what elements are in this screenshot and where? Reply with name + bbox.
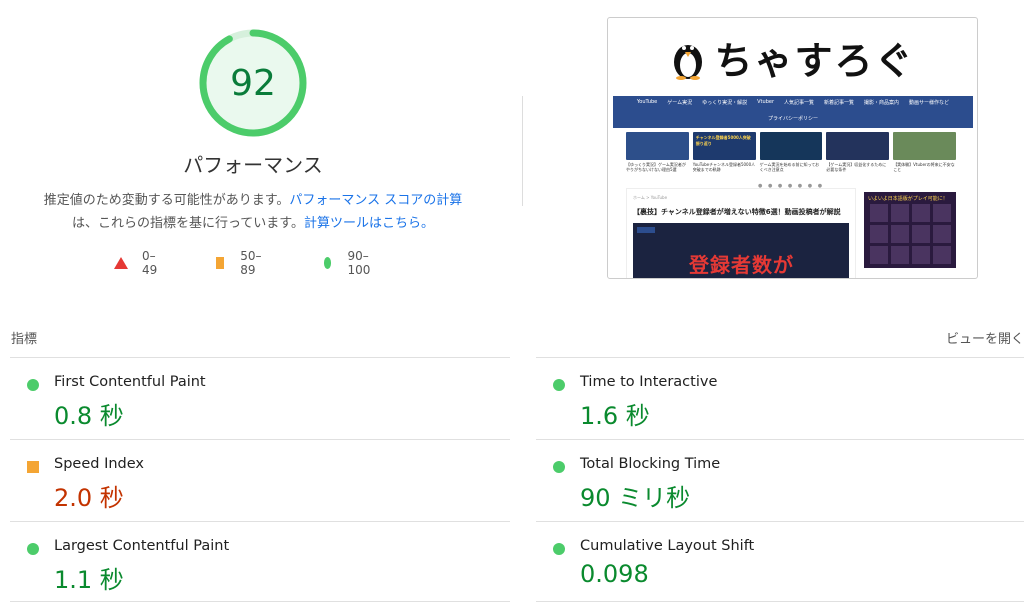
featured-article: ホーム > YouTube 【裏技】チャンネル登録者が増えない特徴6選！動画投稿…	[626, 188, 856, 278]
metric-name: Speed Index	[54, 456, 144, 472]
metric-value: 0.098	[580, 560, 649, 588]
divider	[10, 521, 510, 522]
green-circle-icon	[553, 461, 565, 473]
nav-item: 動画サー様作など	[909, 100, 950, 106]
sidebar-banner: いよいよ日本語版がプレイ可能に！	[864, 192, 956, 268]
metric-first-contentful-paint: First Contentful Paint 0.8 秒	[10, 369, 490, 439]
post-carousel: 【ゆっくり実況】ゲーム実況者がやりがちないけない理由5選 チャンネル登録者500…	[626, 132, 956, 180]
divider	[10, 357, 510, 358]
category-title: パフォーマンス	[183, 153, 323, 177]
performance-score-gauge: 92	[198, 28, 308, 138]
penguin-logo-icon	[674, 45, 703, 80]
metric-cumulative-layout-shift: Cumulative Layout Shift 0.098	[536, 533, 1016, 603]
metric-name: Largest Contentful Paint	[54, 538, 230, 554]
article-breadcrumb: ホーム > YouTube	[633, 195, 668, 200]
nav-item: ゲーム実況	[667, 100, 693, 106]
green-circle-icon	[324, 257, 332, 269]
nav-item: YouTube	[636, 99, 658, 105]
metric-value: 2.0 秒	[54, 484, 124, 512]
carousel-card: 【ゆっくり実況】ゲーム実況者がやりがちないけない理由5選	[626, 132, 689, 180]
divider	[10, 439, 510, 440]
description-text-1: 推定値のため変動する可能性があります。	[43, 193, 290, 208]
hero-text: 登録者数が	[689, 253, 794, 277]
metric-value: 90 ミリ秒	[580, 484, 691, 512]
metric-total-blocking-time: Total Blocking Time 90 ミリ秒	[536, 451, 1016, 521]
final-screenshot-thumbnail[interactable]: ちゃすろぐ YouTube ゲーム実況 ゆっくり実況・解説 Vtuber 人気記…	[607, 17, 978, 279]
metric-value: 0.8 秒	[54, 402, 124, 430]
vertical-divider	[522, 96, 523, 206]
nav-item: 新着記事一覧	[824, 100, 855, 106]
score-description: 推定値のため変動する可能性があります。パフォーマンス スコアの計算 は、これらの…	[20, 189, 486, 235]
calculator-link[interactable]: 計算ツールはこちら。	[304, 216, 434, 231]
site-logo: ちゃすろぐ	[608, 18, 977, 96]
metric-name: Total Blocking Time	[580, 456, 721, 472]
expand-view-toggle[interactable]: ビューを開く	[946, 328, 1024, 347]
legend-fail-label: 0–49	[142, 249, 158, 277]
green-circle-icon	[553, 379, 565, 391]
carousel-card: 【実体験】Vtuberの将来に不安なこと	[893, 132, 956, 180]
legend-average: 50–89	[216, 249, 265, 277]
legend-pass-label: 90–100	[347, 249, 371, 277]
divider	[536, 439, 1024, 440]
metric-value: 1.6 秒	[580, 402, 650, 430]
divider	[10, 601, 510, 602]
nav-item: プライバシーポリシー	[768, 116, 818, 122]
green-circle-icon	[553, 543, 565, 555]
legend-average-label: 50–89	[240, 249, 262, 277]
sidebar-banner-title: いよいよ日本語版がプレイ可能に！	[868, 196, 948, 202]
red-triangle-icon	[114, 257, 128, 269]
metric-largest-contentful-paint: Largest Contentful Paint 1.1 秒	[10, 533, 490, 603]
score-value: 92	[230, 62, 276, 104]
carousel-card: チャンネル登録者5000人突破 振り返り YouTubeチャンネル登録者5000…	[692, 132, 756, 180]
metric-time-to-interactive: Time to Interactive 1.6 秒	[536, 369, 1016, 439]
site-navbar: YouTube ゲーム実況 ゆっくり実況・解説 Vtuber 人気記事一覧 新着…	[613, 96, 973, 128]
divider	[536, 601, 1024, 602]
nav-item: Vtuber	[757, 99, 774, 105]
metric-speed-index: Speed Index 2.0 秒	[10, 451, 490, 521]
metric-value: 1.1 秒	[54, 566, 124, 594]
article-hero-image: 登録者数が	[633, 223, 849, 278]
metric-name: Cumulative Layout Shift	[580, 538, 755, 554]
description-text-2: は、これらの指標を基に行っています。	[71, 216, 305, 231]
carousel-card: 【ゲーム実況】収益化するために必要な条件	[826, 132, 890, 180]
green-circle-icon	[27, 379, 39, 391]
divider	[536, 357, 1024, 358]
legend-fail: 0–49	[114, 249, 157, 277]
article-title: 【裏技】チャンネル登録者が増えない特徴6選！動画投稿者が解説	[633, 208, 841, 216]
carousel-card: ゲーム実況を始める前に知っておくべき注意点	[759, 132, 823, 180]
nav-item: ゆっくり実況・解説	[702, 100, 748, 106]
metrics-section-label: 指標	[11, 332, 38, 347]
orange-square-icon	[27, 461, 39, 473]
orange-square-icon	[216, 257, 225, 269]
score-calculation-link[interactable]: パフォーマンス スコアの計算	[289, 193, 462, 208]
legend-pass: 90–100	[324, 249, 375, 277]
nav-item: 撮影・商品案内	[864, 100, 900, 106]
metric-name: First Contentful Paint	[54, 374, 206, 390]
green-circle-icon	[27, 543, 39, 555]
divider	[536, 521, 1024, 522]
site-logo-text: ちゃすろぐ	[714, 37, 915, 83]
metric-name: Time to Interactive	[580, 374, 718, 390]
nav-item: 人気記事一覧	[784, 100, 815, 106]
